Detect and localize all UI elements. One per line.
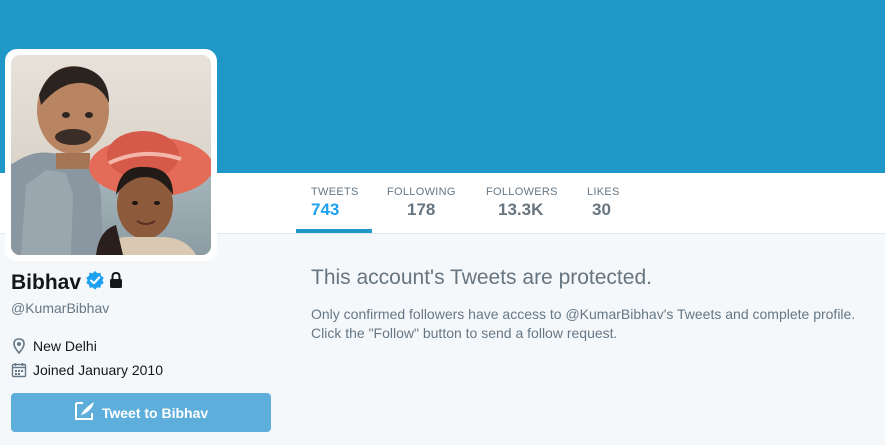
verified-badge-icon (85, 270, 105, 296)
tweet-to-label: Tweet to Bibhav (101, 404, 209, 421)
nav-likes[interactable]: LIKES 30 (572, 173, 632, 233)
nav-tweets-count: 743 (311, 200, 340, 219)
protected-title: This account's Tweets are protected. (311, 266, 652, 289)
profile-name-row: Bibhav (11, 270, 123, 296)
nav-following-count: 178 (407, 200, 436, 219)
nav-followers[interactable]: FOLLOWERS 13.3K (471, 173, 571, 233)
profile-location: New Delhi (11, 338, 97, 355)
nav-followers-count: 13.3K (498, 200, 544, 219)
profile-handle[interactable]: @KumarBibhav (11, 300, 109, 316)
nav-following[interactable]: FOLLOWING 178 (372, 173, 456, 233)
profile-name[interactable]: Bibhav (11, 271, 81, 295)
avatar[interactable] (11, 55, 211, 255)
joined-text: Joined January 2010 (33, 362, 163, 378)
protected-line-2: Click the "Follow" button to send a foll… (311, 325, 618, 341)
calendar-icon (11, 362, 27, 378)
nav-following-label: FOLLOWING (387, 186, 456, 198)
nav-followers-label: FOLLOWERS (486, 186, 558, 198)
nav-likes-count: 30 (592, 200, 611, 219)
location-text[interactable]: New Delhi (33, 338, 97, 354)
location-pin-icon (11, 338, 27, 355)
profile-joined: Joined January 2010 (11, 362, 163, 378)
lock-icon (109, 271, 123, 295)
compose-quill-icon (74, 401, 96, 424)
nav-tweets-label: TWEETS (311, 186, 359, 198)
protected-description: Only confirmed followers have access to … (311, 305, 871, 343)
protected-line-1: Only confirmed followers have access to … (311, 306, 856, 322)
tweet-to-button[interactable]: Tweet to Bibhav (11, 393, 271, 432)
nav-tweets[interactable]: TWEETS 743 (296, 173, 372, 233)
profile-photo-icon (11, 55, 211, 255)
nav-likes-label: LIKES (587, 186, 620, 198)
active-tab-indicator (296, 229, 372, 233)
